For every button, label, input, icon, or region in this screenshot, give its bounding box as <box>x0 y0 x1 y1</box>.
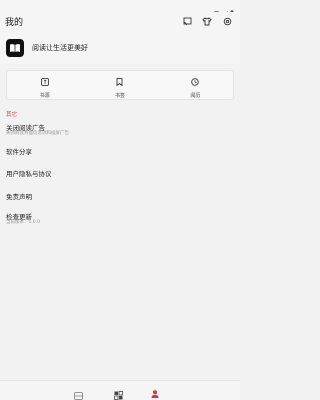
clock-icon <box>191 71 200 90</box>
bottom-navigation: 我的 <box>0 380 240 400</box>
profile-header[interactable]: 阅读让生活更美好 <box>0 34 240 64</box>
settings-icon[interactable] <box>222 16 232 26</box>
quick-action-label: 书源 <box>39 93 50 99</box>
menu-item-share[interactable]: 软件分享 <box>6 142 234 164</box>
menu-item-check-update[interactable]: 检查更新 当前版本：1.0.0 <box>6 207 234 227</box>
menu-item-description: 关闭阅读界面信息流和插屏广告 <box>6 131 69 136</box>
app-version: 当前版本：1.0.0 <box>6 220 40 225</box>
quick-action-history[interactable]: 阅历 <box>158 71 233 99</box>
page-title: 我的 <box>5 18 24 28</box>
section-title-other: 其它 <box>6 112 18 118</box>
cast-icon[interactable] <box>182 16 192 26</box>
quick-actions-card: 书源 书签 阅历 <box>6 70 234 100</box>
avatar <box>6 39 24 57</box>
profile-slogan: 阅读让生活更美好 <box>32 44 88 52</box>
library-icon <box>74 385 83 400</box>
nav-profile[interactable]: 我的 <box>150 383 159 400</box>
bookshelf-icon <box>40 71 49 90</box>
nav-bookshelf[interactable] <box>74 385 83 400</box>
nav-discover[interactable] <box>114 385 123 400</box>
quick-action-label: 书签 <box>114 93 125 99</box>
menu-item-label: 软件分享 <box>6 148 32 156</box>
theme-shirt-icon[interactable] <box>202 16 212 26</box>
quick-action-label: 阅历 <box>190 93 201 99</box>
menu-item-disclaimer[interactable]: 免责声明 <box>6 187 234 207</box>
menu-item-label: 免责声明 <box>6 193 32 201</box>
bookmark-icon <box>116 71 123 90</box>
app-bar: 我的 <box>0 12 240 34</box>
profile-icon <box>151 383 159 400</box>
discover-icon <box>114 385 123 400</box>
status-bar <box>0 0 240 17</box>
open-book-icon <box>10 44 20 52</box>
menu-item-close-ads[interactable]: 关闭阅读广告 关闭阅读界面信息流和插屏广告 <box>6 118 234 142</box>
settings-menu: 关闭阅读广告 关闭阅读界面信息流和插屏广告 软件分享 用户隐私与协议 免责声明 … <box>6 118 234 227</box>
quick-action-book-source[interactable]: 书源 <box>7 71 82 99</box>
menu-item-label: 用户隐私与协议 <box>6 170 52 178</box>
menu-item-privacy[interactable]: 用户隐私与协议 <box>6 164 234 187</box>
quick-action-bookmarks[interactable]: 书签 <box>82 71 157 99</box>
